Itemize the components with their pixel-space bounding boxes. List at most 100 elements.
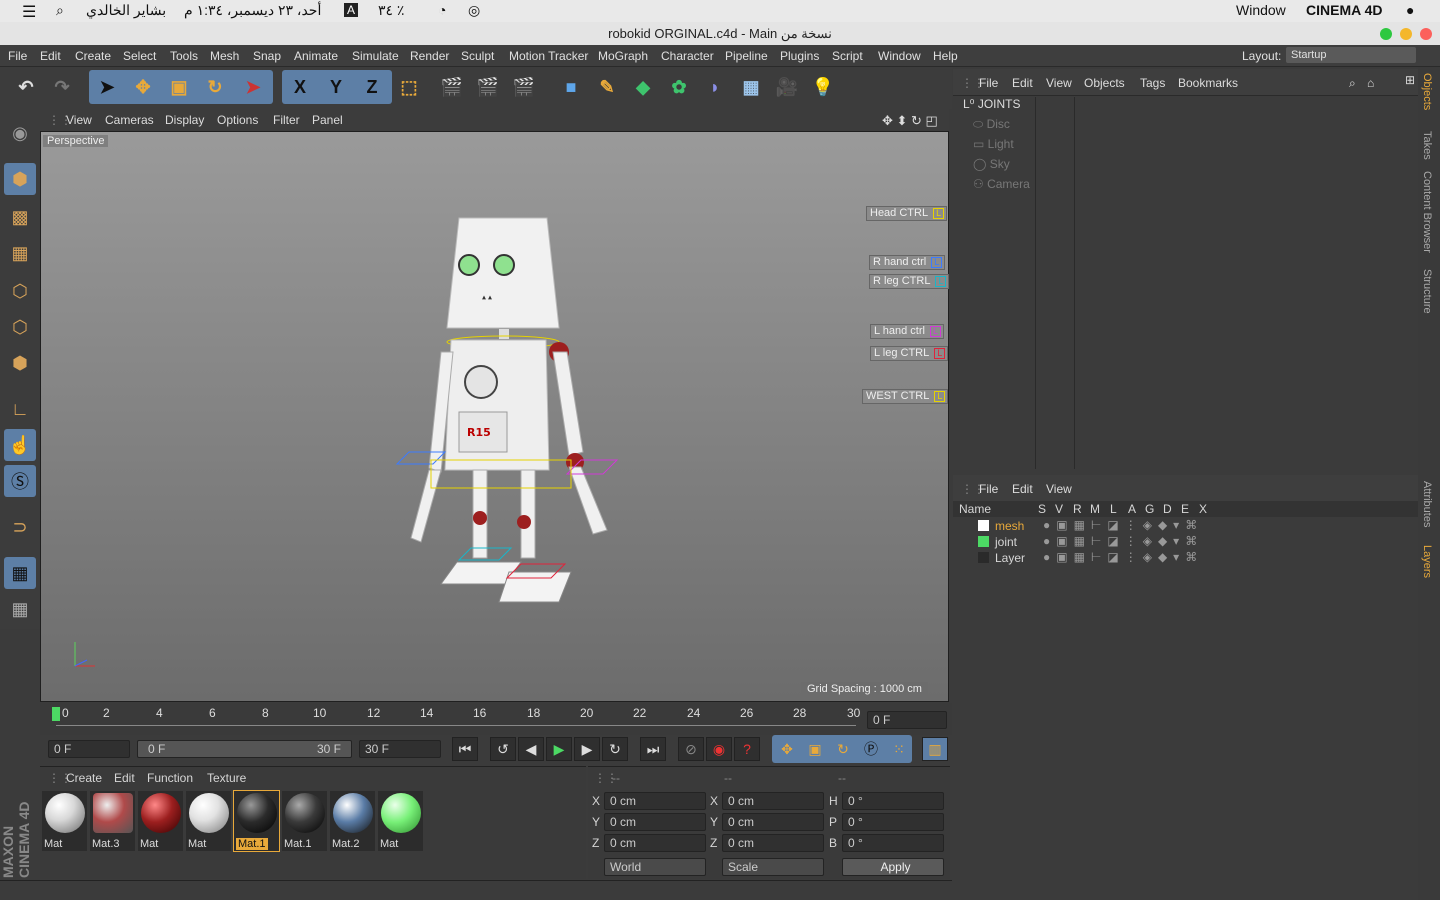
size-x-field[interactable]: 0 cm xyxy=(722,792,824,810)
move-icon[interactable]: ✥ xyxy=(127,71,159,103)
object-row-disc[interactable]: ⬭ Disc xyxy=(973,117,1423,137)
record-disabled-icon[interactable]: ⊘ xyxy=(678,737,704,761)
menu-plugins[interactable]: Plugins xyxy=(780,49,819,63)
robot-model[interactable]: ▴▴ R15 xyxy=(381,212,641,642)
scale-icon[interactable]: ▣ xyxy=(163,71,195,103)
layers-menu-edit[interactable]: Edit xyxy=(1012,482,1033,496)
undo-icon[interactable]: ↶ xyxy=(10,71,42,103)
viewport-menu-display[interactable]: Display xyxy=(165,113,204,127)
material-menu-create[interactable]: Create xyxy=(66,771,102,785)
menu-help[interactable]: Help xyxy=(933,49,958,63)
position-y-field[interactable]: 0 cm xyxy=(604,813,706,831)
coordinate-mode-select[interactable]: World xyxy=(604,858,706,876)
soloing-icon[interactable]: Ⓢ xyxy=(4,465,36,497)
select-cursor-icon[interactable]: ➤ xyxy=(91,71,123,103)
pen-icon[interactable]: ✎ xyxy=(591,71,623,103)
layer-name[interactable]: mesh xyxy=(995,519,1024,533)
layer-row-joint[interactable]: joint ●▣▦⊢◪⋮◈◆▾⌘ xyxy=(958,534,1413,550)
go-to-start-icon[interactable]: ⏮ xyxy=(452,737,478,761)
objects-menu-view[interactable]: View xyxy=(1046,76,1072,90)
next-frame-icon[interactable]: ▶ xyxy=(574,737,600,761)
menu-select[interactable]: Select xyxy=(123,49,156,63)
objects-menu-edit[interactable]: Edit xyxy=(1012,76,1033,90)
viewport[interactable]: Perspective ▴▴ R15 Head CTRL L R hand ctr… xyxy=(40,131,950,702)
apple-icon[interactable]: ● xyxy=(1406,2,1414,18)
material-swatch[interactable]: Mat xyxy=(138,791,183,851)
snap-icon[interactable]: ⊃ xyxy=(4,511,36,543)
tab-objects[interactable]: Objects xyxy=(1421,73,1433,110)
subdivision-icon[interactable]: ◆ xyxy=(627,71,659,103)
redo-icon[interactable]: ↷ xyxy=(46,71,78,103)
object-row-sky[interactable]: ◯ Sky xyxy=(973,157,1423,177)
key-rotation-icon[interactable]: ↻ xyxy=(830,737,856,761)
r-leg-ctrl[interactable]: R leg CTRL L xyxy=(869,274,950,289)
material-swatch[interactable]: Mat xyxy=(378,791,423,851)
current-frame-field[interactable]: 0 F xyxy=(867,711,947,729)
enable-axis-icon[interactable]: ∟ xyxy=(4,393,36,425)
size-z-field[interactable]: 0 cm xyxy=(722,834,824,852)
material-swatch[interactable]: Mat.2 xyxy=(330,791,375,851)
menu-simulate[interactable]: Simulate xyxy=(352,49,399,63)
material-menu-texture[interactable]: Texture xyxy=(207,771,246,785)
menu-window[interactable]: Window xyxy=(878,49,921,63)
home-icon[interactable]: ⌂ xyxy=(1367,76,1374,90)
rotate-icon[interactable]: ↻ xyxy=(199,71,231,103)
layer-toggles[interactable]: ●▣▦⊢◪⋮◈◆▾⌘ xyxy=(1043,518,1203,532)
menu-sculpt[interactable]: Sculpt xyxy=(461,49,494,63)
viewport-menu-options[interactable]: Options xyxy=(217,113,258,127)
render-settings-icon[interactable]: 🎬 xyxy=(508,71,540,103)
viewport-menu-panel[interactable]: Panel xyxy=(312,113,343,127)
search-icon[interactable]: ⌕ xyxy=(56,2,64,19)
head-ctrl[interactable]: Head CTRL L xyxy=(866,206,948,221)
render-picture-viewer-icon[interactable]: 🎬 xyxy=(472,71,504,103)
next-key-icon[interactable]: ↻ xyxy=(602,737,628,761)
menu-icon[interactable]: ☰ xyxy=(22,2,36,22)
zoom-button[interactable] xyxy=(1380,28,1392,40)
polygons-mode-icon[interactable]: ⬢ xyxy=(4,347,36,379)
layer-name[interactable]: Layer xyxy=(995,551,1025,565)
viewport-menu-filter[interactable]: Filter xyxy=(273,113,300,127)
material-swatch[interactable]: Mat.1 xyxy=(282,791,327,851)
go-to-end-icon[interactable]: ⏭ xyxy=(640,737,666,761)
search-icon[interactable]: ⌕ xyxy=(1349,76,1356,91)
r-hand-ctrl[interactable]: R hand ctrl L xyxy=(869,255,946,270)
end-frame-field[interactable]: 30 F xyxy=(359,740,441,758)
input-source[interactable]: A xyxy=(344,3,359,17)
menu-render[interactable]: Render xyxy=(410,49,449,63)
l-leg-ctrl[interactable]: L leg CTRL L xyxy=(870,346,949,361)
material-swatch[interactable]: Mat.3 xyxy=(90,791,135,851)
previous-frame-icon[interactable]: ◀ xyxy=(518,737,544,761)
position-x-field[interactable]: 0 cm xyxy=(604,792,706,810)
camera-icon[interactable]: 🎥 xyxy=(771,71,803,103)
layer-row-layer[interactable]: Layer ●▣▦⊢◪⋮◈◆▾⌘ xyxy=(958,550,1413,566)
menu-tools[interactable]: Tools xyxy=(170,49,198,63)
previous-key-icon[interactable]: ↺ xyxy=(490,737,516,761)
rotation-b-field[interactable]: 0 ° xyxy=(842,834,944,852)
model-mode-icon[interactable]: ⬢ xyxy=(4,163,36,195)
objects-menu-objects[interactable]: Objects xyxy=(1084,76,1125,90)
play-icon[interactable]: ▶ xyxy=(546,737,572,761)
key-scale-icon[interactable]: ▣ xyxy=(802,737,828,761)
make-editable-icon[interactable]: ◉ xyxy=(4,117,36,149)
material-swatch[interactable]: Mat xyxy=(42,791,87,851)
menu-motion-tracker[interactable]: Motion Tracker xyxy=(509,49,588,63)
layer-row-mesh[interactable]: mesh ●▣▦⊢◪⋮◈◆▾⌘ xyxy=(958,518,1413,534)
menu-animate[interactable]: Animate xyxy=(294,49,338,63)
texture-mode-icon[interactable]: ▩ xyxy=(4,201,36,233)
frame-range-slider[interactable]: 0 F 30 F xyxy=(137,740,352,758)
size-y-field[interactable]: 0 cm xyxy=(722,813,824,831)
layer-toggles[interactable]: ●▣▦⊢◪⋮◈◆▾⌘ xyxy=(1043,550,1203,564)
tab-structure[interactable]: Structure xyxy=(1421,269,1433,314)
key-parameter-icon[interactable]: Ⓟ xyxy=(858,737,884,761)
l-hand-ctrl[interactable]: L hand ctrl L xyxy=(870,324,944,339)
menu-script[interactable]: Script xyxy=(832,49,863,63)
new-panel-icon[interactable]: ⊞ xyxy=(1405,73,1415,87)
battery-status[interactable]: ٣٤ ٪ xyxy=(378,2,404,19)
creative-cloud-icon[interactable]: ◎ xyxy=(468,2,480,19)
rotation-h-field[interactable]: 0 ° xyxy=(842,792,944,810)
viewport-menu-view[interactable]: View xyxy=(66,113,92,127)
objects-menu-file[interactable]: File xyxy=(979,76,998,90)
edges-mode-icon[interactable]: ⬡ xyxy=(4,311,36,343)
start-frame-field[interactable]: 0 F xyxy=(48,740,130,758)
west-ctrl[interactable]: WEST CTRL L xyxy=(862,389,949,404)
